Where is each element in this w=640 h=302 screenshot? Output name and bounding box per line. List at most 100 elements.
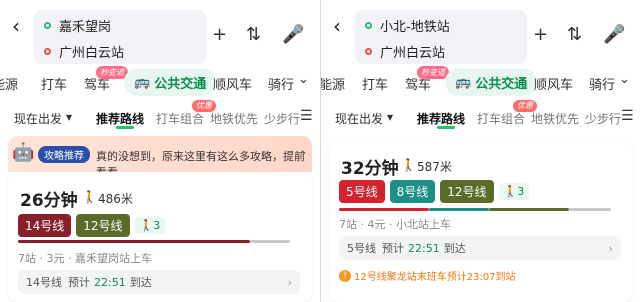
progress-segment bbox=[339, 208, 429, 211]
tab-transit-label: 公共交通 bbox=[154, 76, 207, 92]
origin-field[interactable]: 小北-地铁站 bbox=[380, 16, 450, 35]
chevron-right-icon: › bbox=[301, 146, 306, 159]
next-arrival[interactable]: 5号线 预计 22:51 到达 › bbox=[339, 236, 621, 260]
route-meta: 7站 · 4元 · 小北站上车 bbox=[339, 218, 451, 231]
tab-taxi-combo[interactable]: 打车组合 bbox=[156, 110, 204, 127]
warning-icon: ! bbox=[339, 269, 351, 282]
panel-right: ‹ 小北-地铁站 广州白云站 + ⇅ 🎤 能源 打车 驾车 秒变道 🚌 公共交通… bbox=[320, 0, 640, 302]
walk-chip: 🚶3 bbox=[498, 183, 530, 200]
tab-metro-first[interactable]: 地铁优先 bbox=[210, 110, 258, 127]
line-chip: 14号线 bbox=[18, 214, 72, 237]
chevron-down-icon[interactable]: ⌄ bbox=[298, 72, 309, 87]
tab-recommended[interactable]: 推荐路线 bbox=[417, 110, 465, 127]
chevron-down-icon[interactable]: ⌄ bbox=[619, 72, 630, 87]
mode-tabs: 能源 打车 驾车 秒变道 🚌 公共交通 顺风车 骑行 ⌄ bbox=[0, 66, 320, 98]
menu-icon[interactable]: ☰ bbox=[621, 108, 634, 124]
next-line: 5号线 bbox=[347, 242, 376, 255]
route-card[interactable]: 32分钟 🚶 587米 5号线 8号线 12号线 🚶3 7站 · 4元 · 小北… bbox=[329, 142, 633, 302]
tab-transit[interactable]: 🚌 公共交通 bbox=[124, 68, 217, 96]
active-underline bbox=[116, 126, 134, 129]
tab-metro-first[interactable]: 地铁优先 bbox=[531, 110, 579, 127]
promo-banner[interactable]: 🤖 攻略推荐 真的没想到，原来这里有这么多攻略，提前看看 › bbox=[8, 136, 312, 179]
route-card[interactable]: 26分钟 🚶 486米 14号线 12号线 🚶3 7站 · 3元 · 嘉禾望岗站… bbox=[8, 172, 312, 302]
back-icon[interactable]: ‹ bbox=[12, 14, 20, 38]
next-suffix: 到达 bbox=[129, 276, 152, 289]
mode-tabs: 能源 打车 驾车 秒变道 🚌 公共交通 顺风车 骑行 ⌄ bbox=[321, 66, 640, 98]
add-stop-icon[interactable]: + bbox=[212, 24, 227, 45]
tab-energy[interactable]: 能源 bbox=[0, 74, 18, 93]
walk-distance: 587米 bbox=[417, 160, 452, 174]
walk-icon: 🚶 bbox=[82, 190, 97, 204]
next-line: 14号线 bbox=[26, 276, 62, 289]
line-chip: 5号线 bbox=[339, 180, 385, 203]
next-suffix: 到达 bbox=[443, 242, 466, 255]
mic-icon[interactable]: 🎤 bbox=[603, 24, 625, 45]
menu-icon[interactable]: ☰ bbox=[300, 108, 313, 124]
chevron-right-icon: › bbox=[608, 241, 613, 255]
next-label: 预计 bbox=[68, 276, 90, 289]
depart-now[interactable]: 现在出发 bbox=[14, 110, 62, 127]
sub-tabs: 现在出发 ▾ 推荐路线 打车组合 优惠 地铁优先 少步行 ☰ bbox=[0, 100, 320, 130]
bus-icon: 🚌 bbox=[455, 74, 472, 90]
address-box[interactable]: 嘉禾望岗 广州白云站 bbox=[34, 10, 206, 64]
walk-chip: 🚶3 bbox=[134, 217, 166, 234]
promo-badge: 攻略推荐 bbox=[38, 146, 90, 163]
bus-icon: 🚌 bbox=[134, 74, 151, 90]
destination-field[interactable]: 广州白云站 bbox=[59, 42, 124, 61]
tab-less-walk[interactable]: 少步行 bbox=[264, 110, 300, 127]
add-stop-icon[interactable]: + bbox=[533, 24, 548, 45]
progress-track bbox=[250, 240, 290, 243]
line-list: 14号线 12号线 🚶3 bbox=[18, 214, 166, 237]
depart-dropdown-icon[interactable]: ▾ bbox=[387, 110, 393, 124]
tab-transit[interactable]: 🚌 公共交通 bbox=[445, 68, 538, 96]
depart-dropdown-icon[interactable]: ▾ bbox=[66, 110, 72, 124]
line-chip: 12号线 bbox=[76, 214, 130, 237]
tab-taxi[interactable]: 打车 bbox=[41, 74, 67, 93]
tab-less-walk[interactable]: 少步行 bbox=[585, 110, 621, 127]
back-icon[interactable]: ‹ bbox=[333, 14, 341, 38]
walk-icon: 🚶 bbox=[401, 158, 416, 172]
mic-icon[interactable]: 🎤 bbox=[282, 24, 304, 45]
walk-chip-count: 3 bbox=[517, 185, 525, 198]
tab-ride[interactable]: 骑行 bbox=[589, 74, 615, 93]
progress-segment bbox=[489, 208, 569, 211]
warning-text: 12号线聚龙站末班车预计23:07到站 bbox=[354, 272, 516, 283]
tab-taxi[interactable]: 打车 bbox=[362, 74, 388, 93]
progress-track bbox=[569, 208, 611, 211]
mode-badge: 秒变道 bbox=[417, 66, 449, 79]
tab-ride[interactable]: 骑行 bbox=[268, 74, 294, 93]
tab-taxi-combo[interactable]: 打车组合 bbox=[477, 110, 525, 127]
duration: 32分钟 bbox=[341, 159, 399, 179]
destination-field[interactable]: 广州白云站 bbox=[380, 42, 445, 61]
address-box[interactable]: 小北-地铁站 广州白云站 bbox=[355, 10, 527, 64]
progress-segment bbox=[429, 208, 489, 211]
panel-left: ‹ 嘉禾望岗 广州白云站 + ⇅ 🎤 能源 打车 驾车 秒变道 🚌 公共交通 顺… bbox=[0, 0, 320, 302]
route-bar: ‹ 嘉禾望岗 广州白云站 + ⇅ 🎤 bbox=[0, 6, 320, 64]
origin-dot-icon bbox=[44, 22, 51, 29]
line-list: 5号线 8号线 12号线 🚶3 bbox=[339, 180, 530, 203]
active-underline bbox=[437, 126, 455, 129]
tab-energy[interactable]: 能源 bbox=[321, 74, 345, 93]
last-train-warning: ! 12号线聚龙站末班车预计23:07到站 bbox=[339, 268, 516, 283]
next-label: 预计 bbox=[382, 242, 404, 255]
next-arrival[interactable]: 14号线 预计 22:51 到达 › bbox=[18, 270, 300, 294]
tab-recommended[interactable]: 推荐路线 bbox=[96, 110, 144, 127]
route-meta: 7站 · 3元 · 嘉禾望岗站上车 bbox=[18, 252, 152, 265]
tab-transit-label: 公共交通 bbox=[475, 76, 528, 92]
tab-carpool[interactable]: 顺风车 bbox=[213, 74, 252, 93]
next-time: 22:51 bbox=[408, 241, 440, 255]
sub-tabs: 现在出发 ▾ 推荐路线 打车组合 优惠 地铁优先 少步行 ☰ bbox=[321, 100, 640, 130]
chevron-right-icon: › bbox=[287, 275, 292, 289]
origin-field[interactable]: 嘉禾望岗 bbox=[59, 16, 111, 35]
swap-icon[interactable]: ⇅ bbox=[246, 24, 261, 45]
duration: 26分钟 bbox=[20, 191, 78, 211]
depart-now[interactable]: 现在出发 bbox=[335, 110, 383, 127]
destination-dot-icon bbox=[365, 48, 372, 55]
tab-carpool[interactable]: 顺风车 bbox=[534, 74, 573, 93]
mode-badge: 秒变道 bbox=[96, 66, 128, 79]
origin-dot-icon bbox=[365, 22, 372, 29]
swap-icon[interactable]: ⇅ bbox=[567, 24, 582, 45]
progress-segment bbox=[18, 240, 250, 243]
next-time: 22:51 bbox=[94, 275, 126, 289]
walk-distance: 486米 bbox=[98, 192, 133, 206]
